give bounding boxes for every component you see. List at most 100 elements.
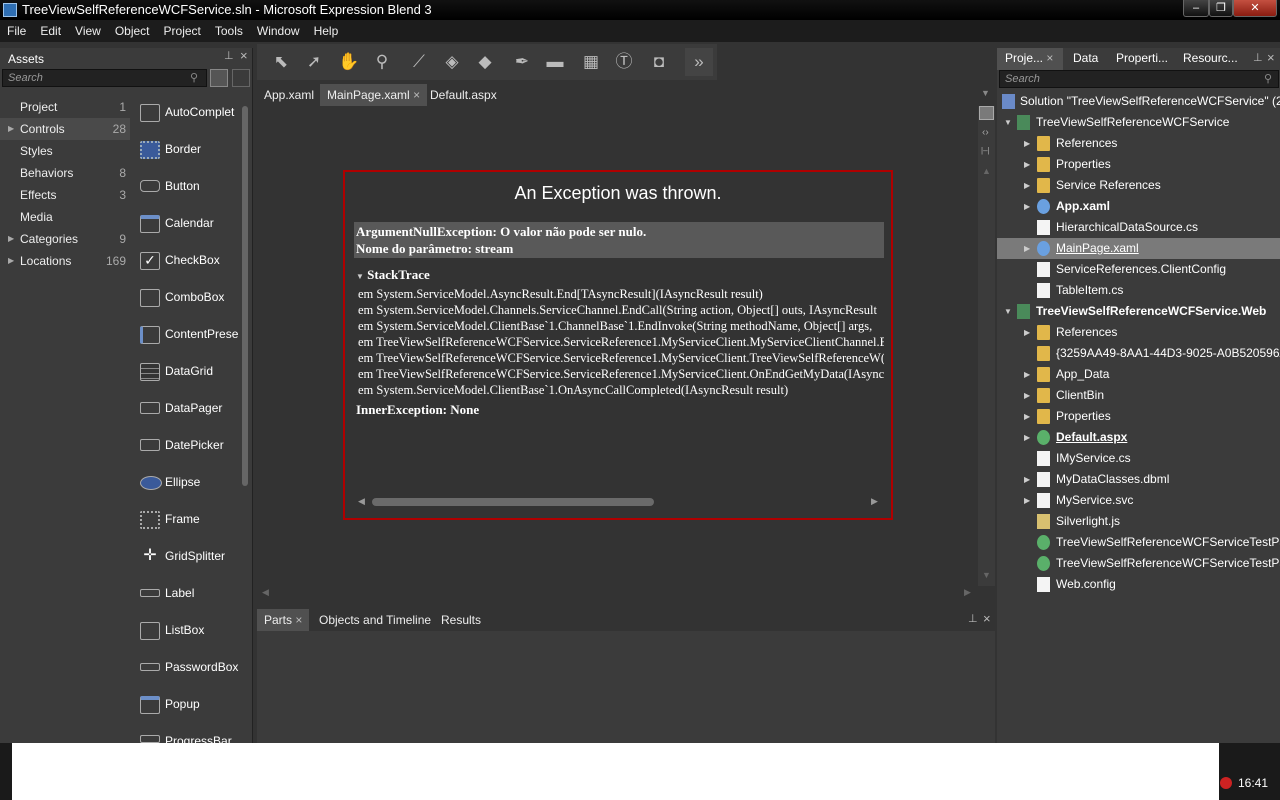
asset-border[interactable]: Border: [138, 133, 238, 170]
asset-listbox[interactable]: ListBox: [138, 614, 238, 651]
asset-datapager[interactable]: DataPager: [138, 392, 238, 429]
scroll-up-icon[interactable]: ▲: [982, 166, 991, 176]
category-media[interactable]: Media: [0, 206, 130, 228]
asset-datepicker[interactable]: DatePicker: [138, 429, 238, 466]
menu-tools[interactable]: Tools: [208, 20, 250, 42]
project-search-input[interactable]: Search: [999, 70, 1279, 88]
asset-ellipse[interactable]: Ellipse: [138, 466, 238, 503]
asset-autocomplete[interactable]: AutoComplet: [138, 96, 238, 133]
pan-tool-icon[interactable]: ✋: [335, 48, 363, 76]
asset-gridsplitter[interactable]: ✛ GridSplitter: [138, 540, 238, 577]
assets-search-input[interactable]: Search: [2, 69, 207, 87]
asset-progressbar[interactable]: ProgressBar: [138, 725, 238, 743]
menu-project[interactable]: Project: [157, 20, 208, 42]
close-panel-icon[interactable]: ×: [983, 611, 991, 626]
rectangle-tool-icon[interactable]: ▬: [541, 48, 569, 76]
text-tool-icon[interactable]: Ⓣ: [610, 48, 638, 76]
collapsed-arrow-icon[interactable]: ▶: [1024, 406, 1030, 427]
asset-combobox[interactable]: ComboBox: [138, 281, 238, 318]
scroll-left-icon[interactable]: ◀: [262, 587, 269, 598]
volume-muted-icon[interactable]: [1220, 777, 1232, 789]
asset-contentpresenter[interactable]: ContentPrese: [138, 318, 238, 355]
tab-data[interactable]: Data: [1073, 48, 1098, 68]
collapsed-arrow-icon[interactable]: ▶: [1024, 469, 1030, 490]
category-categories[interactable]: ▶ Categories 9: [0, 228, 130, 250]
tree-item[interactable]: ▶ App_Data: [997, 364, 1280, 385]
menu-view[interactable]: View: [68, 20, 108, 42]
tab-parts[interactable]: Parts ×: [257, 609, 310, 631]
stacktrace-header[interactable]: ▼ StackTrace: [356, 267, 430, 283]
tree-item[interactable]: TreeViewSelfReferenceWCFServiceTestPage.…: [997, 532, 1280, 553]
tree-item[interactable]: {3259AA49-8AA1-44D3-9025-A0B520596A8C: [997, 343, 1280, 364]
tree-item[interactable]: ▶ ClientBin: [997, 385, 1280, 406]
collapsed-arrow-icon[interactable]: ▶: [1024, 238, 1030, 259]
split-view-icon[interactable]: |–|: [981, 146, 990, 155]
snap-icon[interactable]: [979, 106, 994, 120]
collapsed-arrow-icon[interactable]: ▶: [1024, 322, 1030, 343]
asset-calendar[interactable]: Calendar: [138, 207, 238, 244]
maximize-button[interactable]: ❐: [1209, 0, 1233, 17]
list-view-icon[interactable]: [232, 69, 250, 87]
tree-item[interactable]: TreeViewSelfReferenceWCFServiceTestPage.…: [997, 553, 1280, 574]
code-view-icon[interactable]: ‹›: [982, 127, 989, 138]
brush-tool-icon[interactable]: ◆: [471, 48, 499, 76]
pin-icon[interactable]: ⊥: [968, 612, 978, 625]
collapsed-arrow-icon[interactable]: ▶: [1024, 385, 1030, 406]
asset-checkbox[interactable]: ✓ CheckBox: [138, 244, 238, 281]
pin-icon[interactable]: ⊥: [224, 49, 234, 62]
tree-item[interactable]: ▶ References: [997, 133, 1280, 154]
solution-node[interactable]: Solution "TreeViewSelfReferenceWCFServic…: [997, 91, 1280, 112]
tab-project[interactable]: Proje... ×: [997, 48, 1063, 70]
category-behaviors[interactable]: Behaviors 8: [0, 162, 130, 184]
assets-scrollbar[interactable]: [242, 106, 248, 486]
grid-tool-icon[interactable]: ▦: [577, 48, 605, 76]
expand-arrow-icon[interactable]: ▶: [8, 228, 14, 250]
direct-selection-tool-icon[interactable]: ➚: [300, 48, 328, 76]
controls-tool-icon[interactable]: ◘: [645, 48, 673, 76]
tree-item[interactable]: ▶ MyDataClasses.dbml: [997, 469, 1280, 490]
close-tab-icon[interactable]: ×: [1046, 51, 1053, 65]
zoom-tool-icon[interactable]: ⚲: [368, 48, 396, 76]
scroll-down-icon[interactable]: ▼: [982, 570, 991, 580]
paint-bucket-tool-icon[interactable]: ◈: [438, 48, 466, 76]
scroll-right-icon[interactable]: ▶: [964, 587, 971, 598]
category-project[interactable]: Project 1: [0, 96, 130, 118]
asset-label[interactable]: Label: [138, 577, 238, 614]
category-effects[interactable]: Effects 3: [0, 184, 130, 206]
clock[interactable]: 16:41: [1238, 776, 1268, 790]
expand-arrow-icon[interactable]: ▶: [8, 250, 14, 272]
expand-arrow-icon[interactable]: ▶: [8, 118, 14, 140]
expanded-arrow-icon[interactable]: ▼: [1004, 301, 1012, 322]
tree-item[interactable]: ▶ Service References: [997, 175, 1280, 196]
collapsed-arrow-icon[interactable]: ▶: [1024, 154, 1030, 175]
tree-item[interactable]: Silverlight.js: [997, 511, 1280, 532]
tree-item[interactable]: ▶ Properties: [997, 406, 1280, 427]
pen-tool-icon[interactable]: ✒: [508, 48, 536, 76]
scroll-left-icon[interactable]: ◀: [358, 496, 365, 507]
artboard-horizontal-scrollbar[interactable]: ◀ ▶: [257, 586, 977, 600]
menu-help[interactable]: Help: [307, 20, 346, 42]
collapsed-arrow-icon[interactable]: ▶: [1024, 490, 1030, 511]
tab-results[interactable]: Results: [434, 609, 488, 631]
scroll-right-icon[interactable]: ▶: [871, 496, 878, 507]
tree-item[interactable]: TableItem.cs: [997, 280, 1280, 301]
tree-item[interactable]: IMyService.cs: [997, 448, 1280, 469]
category-controls[interactable]: ▶ Controls 28: [0, 118, 130, 140]
assets-tab[interactable]: Assets: [8, 49, 44, 69]
more-tools-icon[interactable]: »: [685, 48, 713, 76]
expanded-arrow-icon[interactable]: ▼: [1004, 112, 1012, 133]
asset-frame[interactable]: Frame: [138, 503, 238, 540]
tab-properties[interactable]: Properti...: [1116, 48, 1168, 68]
close-panel-icon[interactable]: ×: [240, 48, 248, 63]
exception-horizontal-scrollbar[interactable]: ◀ ▶: [356, 496, 886, 508]
tree-item[interactable]: ▶ References: [997, 322, 1280, 343]
menu-window[interactable]: Window: [250, 20, 307, 42]
collapsed-arrow-icon[interactable]: ▶: [1024, 175, 1030, 196]
tree-item[interactable]: HierarchicalDataSource.cs: [997, 217, 1280, 238]
menu-file[interactable]: File: [0, 20, 33, 42]
collapsed-arrow-icon[interactable]: ▶: [1024, 196, 1030, 217]
tab-resources[interactable]: Resourc...: [1183, 48, 1238, 68]
tree-item[interactable]: ▶ App.xaml: [997, 196, 1280, 217]
tab-dropdown-icon[interactable]: ▼: [981, 88, 990, 98]
collapse-arrow-icon[interactable]: ▼: [356, 272, 364, 281]
